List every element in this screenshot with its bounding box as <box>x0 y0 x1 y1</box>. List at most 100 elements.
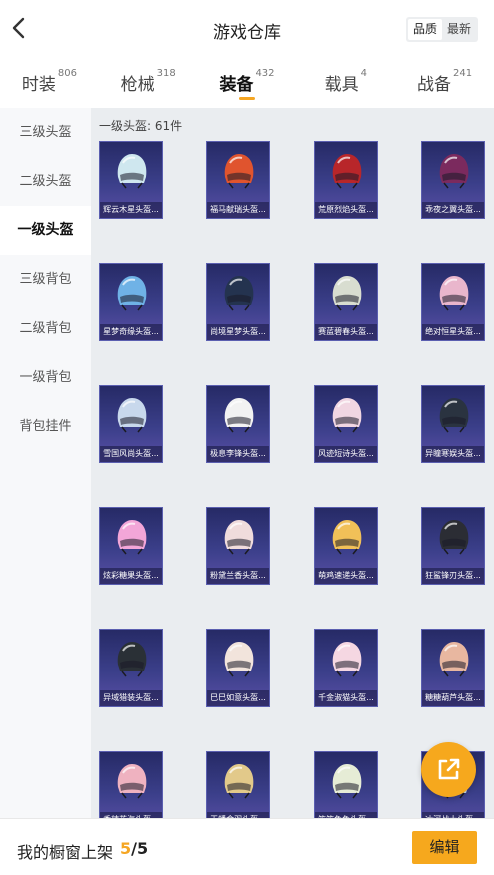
item-card[interactable]: 极息李锋头盔... <box>206 385 270 463</box>
item-name: 异域猎装头盔... <box>100 690 162 706</box>
item-card[interactable]: 雪国风尚头盔... <box>99 385 163 463</box>
tab-label: 装备 <box>219 75 254 95</box>
item-card[interactable]: 福马献瑞头盔... <box>206 141 270 219</box>
category-tabs: 时装806 枪械318 装备432 载具4 战备241 <box>0 58 494 108</box>
helmet-icon <box>117 764 147 799</box>
item-card[interactable]: 笨笨兔兔头盔... <box>314 751 378 818</box>
showcase-label: 我的橱窗上架 <box>17 843 114 862</box>
item-name: 异瞳寒娱头盔... <box>422 446 484 462</box>
item-name: 风迹短诗头盔... <box>315 446 377 462</box>
tab-equipment[interactable]: 装备432 <box>198 58 297 108</box>
item-card[interactable]: 糖糖葫芦头盔... <box>421 629 485 707</box>
item-name: 尚境星梦头盔... <box>207 324 269 340</box>
item-card[interactable]: 尚境星梦头盔... <box>206 263 270 341</box>
helmet-icon <box>439 642 469 677</box>
sidebar-item-level3-helmet[interactable]: 三级头盔 <box>0 108 91 157</box>
helmet-icon <box>439 398 469 433</box>
item-grid-panel: 一级头盔: 61件 辉云木星头盔... 福马献瑞头盔... 荒原烈焰头盔... 乖夜之… <box>91 108 494 818</box>
tab-label: 时装 <box>21 75 56 95</box>
sort-newest-button[interactable]: 最新 <box>442 19 476 40</box>
helmet-icon <box>224 764 254 799</box>
helmet-icon <box>224 154 254 189</box>
top-bar: 游戏仓库 品质 最新 <box>0 0 494 58</box>
item-name: 狂鲨锋刃头盔... <box>422 568 484 584</box>
item-name: 萌鸡速递头盔... <box>315 568 377 584</box>
helmet-icon <box>224 520 254 555</box>
showcase-current: 5 <box>120 839 132 858</box>
item-card[interactable]: 风迹短诗头盔... <box>314 385 378 463</box>
section-title: 一级头盔: 61件 <box>99 119 183 133</box>
tab-supplies[interactable]: 战备241 <box>395 58 494 108</box>
tab-vehicles[interactable]: 载具4 <box>296 58 395 108</box>
item-card[interactable]: 乖夜之翼头盔... <box>421 141 485 219</box>
item-name: 巳巳如意头盔... <box>207 690 269 706</box>
item-card[interactable]: 萌鸡速递头盔... <box>314 507 378 585</box>
tab-count: 318 <box>156 68 176 79</box>
sort-toggle: 品质 最新 <box>405 17 478 42</box>
item-card[interactable]: 香辣花海头盔... <box>99 751 163 818</box>
item-name: 福马献瑞头盔... <box>207 202 269 218</box>
helmet-icon <box>332 276 362 311</box>
helmet-icon <box>117 276 147 311</box>
item-name: 千金淑猫头盔... <box>315 690 377 706</box>
item-name: 极息李锋头盔... <box>207 446 269 462</box>
item-name: 星梦奇缘头盔... <box>100 324 162 340</box>
helmet-icon <box>117 154 147 189</box>
item-card[interactable]: 辉云木星头盔... <box>99 141 163 219</box>
item-card[interactable]: 星梦奇缘头盔... <box>99 263 163 341</box>
helmet-icon <box>439 520 469 555</box>
tab-label: 枪械 <box>120 75 155 95</box>
item-card[interactable]: 狂鲨锋刃头盔... <box>421 507 485 585</box>
sidebar-item-level2-helmet[interactable]: 二级头盔 <box>0 157 91 206</box>
tab-label: 载具 <box>324 75 359 95</box>
sidebar-item-level1-backpack[interactable]: 一级背包 <box>0 353 91 402</box>
tab-count: 241 <box>453 68 473 79</box>
tab-count: 432 <box>255 68 275 79</box>
item-name: 粉黛兰香头盔... <box>207 568 269 584</box>
item-card[interactable]: 异瞳寒娱头盔... <box>421 385 485 463</box>
tab-fashion[interactable]: 时装806 <box>0 58 99 108</box>
item-card[interactable]: 炫彩糖果头盔... <box>99 507 163 585</box>
sidebar-item-level2-backpack[interactable]: 二级背包 <box>0 304 91 353</box>
item-card[interactable]: 绝对恒星头盔... <box>421 263 485 341</box>
edit-button[interactable]: 编辑 <box>412 831 477 864</box>
tab-firearms[interactable]: 枪械318 <box>99 58 198 108</box>
helmet-icon <box>224 398 254 433</box>
helmet-icon <box>332 520 362 555</box>
helmet-icon <box>439 154 469 189</box>
item-name: 绝对恒星头盔... <box>422 324 484 340</box>
subcategory-sidebar: 三级头盔 二级头盔 一级头盔 三级背包 二级背包 一级背包 背包挂件 <box>0 108 91 818</box>
item-card[interactable]: 千金淑猫头盔... <box>314 629 378 707</box>
showcase-total: /5 <box>131 839 149 858</box>
warehouse-screen: 游戏仓库 品质 最新 时装806 枪械318 装备432 载具4 战备241 三… <box>0 0 494 875</box>
item-name: 炫彩糖果头盔... <box>100 568 162 584</box>
item-name: 荒原烈焰头盔... <box>315 202 377 218</box>
helmet-icon <box>332 642 362 677</box>
helmet-icon <box>332 154 362 189</box>
helmet-icon <box>439 276 469 311</box>
helmet-icon <box>332 764 362 799</box>
share-icon <box>438 758 460 780</box>
helmet-icon <box>332 398 362 433</box>
item-card[interactable]: 巳巳如意头盔... <box>206 629 270 707</box>
tab-count: 806 <box>57 68 77 79</box>
item-name: 乖夜之翼头盔... <box>422 202 484 218</box>
item-card[interactable]: 玉幡金羽头盔... <box>206 751 270 818</box>
sidebar-item-level3-backpack[interactable]: 三级背包 <box>0 255 91 304</box>
item-name: 雪国风尚头盔... <box>100 446 162 462</box>
share-button[interactable] <box>421 742 476 797</box>
item-card[interactable]: 赛蓝碧春头盔... <box>314 263 378 341</box>
sidebar-item-level1-helmet[interactable]: 一级头盔 <box>0 206 91 255</box>
sort-quality-button[interactable]: 品质 <box>407 19 442 40</box>
active-tab-indicator <box>238 97 255 100</box>
tab-label: 战备 <box>417 75 452 95</box>
item-card[interactable]: 异域猎装头盔... <box>99 629 163 707</box>
bottom-bar: 我的橱窗上架 5/5 编辑 <box>0 818 494 875</box>
item-name: 辉云木星头盔... <box>100 202 162 218</box>
sidebar-item-backpack-pendant[interactable]: 背包挂件 <box>0 402 91 451</box>
item-name: 赛蓝碧春头盔... <box>315 324 377 340</box>
helmet-icon <box>117 520 147 555</box>
item-card[interactable]: 粉黛兰香头盔... <box>206 507 270 585</box>
item-card[interactable]: 荒原烈焰头盔... <box>314 141 378 219</box>
helmet-icon <box>224 642 254 677</box>
